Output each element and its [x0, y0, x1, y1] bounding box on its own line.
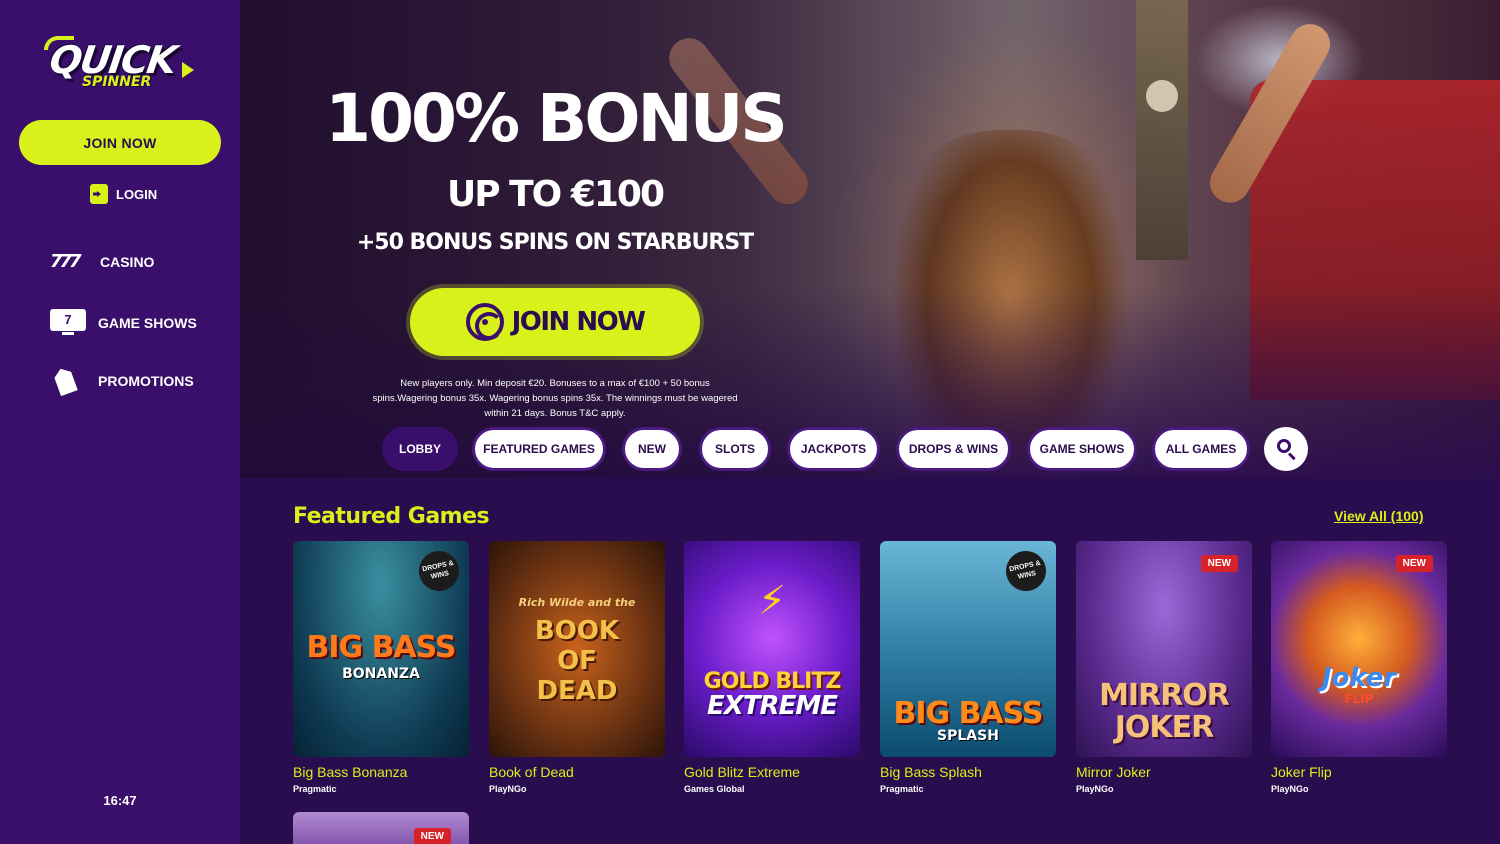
- game-card-next-row[interactable]: NEW: [293, 812, 469, 844]
- tv-icon: 7: [50, 309, 86, 337]
- new-badge: NEW: [1395, 555, 1433, 572]
- hero-subtitle: UP TO €100: [446, 174, 665, 215]
- game-provider: Pragmatic: [880, 784, 924, 794]
- game-card-big-bass-bonanza[interactable]: DROPS & WINS BIG BASS BONANZA Big Bass B…: [293, 541, 469, 794]
- hero-join-label: JOIN NOW: [511, 307, 646, 337]
- game-art-subtitle: BONANZA: [342, 666, 420, 682]
- game-art-title: BIG BASS: [893, 696, 1043, 731]
- tv-stand: [62, 332, 74, 335]
- sidebar: QUICK SPINNER JOIN NOW LOGIN 777 CASINO …: [0, 0, 240, 844]
- search-icon: [1277, 439, 1291, 453]
- filter-featured-games[interactable]: FEATURED GAMES: [472, 427, 606, 471]
- game-card-book-of-dead[interactable]: Rich Wilde and the BOOK OF DEAD Book of …: [489, 541, 665, 794]
- login-label: LOGIN: [116, 186, 158, 202]
- sidebar-item-label: PROMOTIONS: [98, 373, 194, 389]
- search-button[interactable]: [1264, 427, 1308, 471]
- logo-subword: SPINNER: [82, 74, 152, 90]
- drops-wins-badge: DROPS & WINS: [415, 547, 463, 595]
- view-all-link[interactable]: View All (100): [1334, 508, 1423, 524]
- game-name[interactable]: Joker Flip: [1271, 764, 1447, 780]
- game-provider: Games Global: [684, 784, 745, 794]
- game-thumbnail[interactable]: Rich Wilde and the BOOK OF DEAD: [489, 541, 665, 757]
- filter-lobby[interactable]: LOBBY: [382, 427, 458, 471]
- game-thumbnail[interactable]: NEW MIRROR JOKER: [1076, 541, 1252, 757]
- game-art-subtitle: FLIP: [1344, 692, 1374, 706]
- game-thumbnail[interactable]: NEW Joker FLIP: [1271, 541, 1447, 757]
- search-icon-handle: [1287, 452, 1296, 461]
- game-provider: PlayNGo: [1076, 784, 1114, 794]
- game-art-subtitle: SPLASH: [937, 728, 999, 744]
- section-title-featured: Featured Games: [293, 504, 490, 529]
- game-art-subtitle: EXTREME: [707, 691, 838, 721]
- game-art-subtitle: Rich Wilde and the: [518, 596, 636, 609]
- quickspinner-logo[interactable]: QUICK SPINNER: [44, 34, 196, 94]
- tag-icon: [50, 366, 86, 396]
- game-thumbnail[interactable]: ⚡ GOLD BLITZ EXTREME: [684, 541, 860, 757]
- new-badge: NEW: [413, 828, 451, 844]
- game-provider: PlayNGo: [489, 784, 527, 794]
- game-provider: PlayNGo: [1271, 784, 1309, 794]
- new-badge: NEW: [1200, 555, 1238, 572]
- game-name[interactable]: Mirror Joker: [1076, 764, 1252, 780]
- sidebar-item-label: CASINO: [100, 254, 155, 270]
- sidebar-join-button[interactable]: JOIN NOW: [19, 120, 221, 165]
- game-card-joker-flip[interactable]: NEW Joker FLIP Joker Flip PlayNGo: [1271, 541, 1447, 794]
- filter-jackpots[interactable]: JACKPOTS: [787, 427, 880, 471]
- game-card-big-bass-splash[interactable]: DROPS & WINS BIG BASS SPLASH Big Bass Sp…: [880, 541, 1056, 794]
- game-name[interactable]: Gold Blitz Extreme: [684, 764, 860, 780]
- logo-arrowhead-shape: [182, 62, 194, 78]
- game-name[interactable]: Book of Dead: [489, 764, 665, 780]
- game-art-title: Joker: [1321, 663, 1397, 693]
- game-thumbnail[interactable]: DROPS & WINS BIG BASS BONANZA: [293, 541, 469, 757]
- game-card-mirror-joker[interactable]: NEW MIRROR JOKER Mirror Joker PlayNGo: [1076, 541, 1252, 794]
- game-name[interactable]: Big Bass Splash: [880, 764, 1056, 780]
- lightning-icon: ⚡: [757, 578, 787, 624]
- game-art-title: BIG BASS: [306, 630, 456, 665]
- drops-wins-badge: DROPS & WINS: [1002, 547, 1050, 595]
- filter-slots[interactable]: SLOTS: [699, 427, 771, 471]
- hero-join-button[interactable]: JOIN NOW: [410, 288, 700, 356]
- login-icon: [90, 184, 108, 204]
- spiral-icon: [465, 303, 504, 341]
- game-art-title: BOOK OF DEAD: [534, 616, 620, 706]
- sidebar-item-casino[interactable]: 777 CASINO: [50, 252, 154, 272]
- slot-777-icon: 777: [50, 251, 82, 272]
- hero-subtitle-spins: +50 BONUS SPINS ON STARBURST: [356, 230, 754, 255]
- hero-title: 100% BONUS: [325, 80, 788, 157]
- filter-new[interactable]: NEW: [622, 427, 682, 471]
- clock-time: 16:47: [103, 793, 137, 808]
- bonus-terms: New players only. Min deposit €20. Bonus…: [372, 378, 738, 419]
- game-name[interactable]: Big Bass Bonanza: [293, 764, 469, 780]
- filter-drops-wins[interactable]: DROPS & WINS: [896, 427, 1011, 471]
- game-card-gold-blitz-extreme[interactable]: ⚡ GOLD BLITZ EXTREME Gold Blitz Extreme …: [684, 541, 860, 794]
- sidebar-item-promotions[interactable]: PROMOTIONS: [50, 366, 194, 396]
- game-provider: Pragmatic: [293, 784, 337, 794]
- sidebar-item-label: GAME SHOWS: [98, 315, 197, 331]
- game-art-title: MIRROR: [1099, 678, 1230, 713]
- tv-screen: 7: [50, 309, 86, 331]
- tag-shape: [52, 366, 78, 397]
- game-art-title: GOLD BLITZ: [703, 669, 842, 694]
- filter-game-shows[interactable]: GAME SHOWS: [1027, 427, 1137, 471]
- game-art-subtitle: JOKER: [1114, 710, 1215, 745]
- filter-all-games[interactable]: ALL GAMES: [1152, 427, 1250, 471]
- sidebar-item-game-shows[interactable]: 7 GAME SHOWS: [50, 309, 197, 337]
- login-link[interactable]: LOGIN: [90, 184, 157, 204]
- game-thumbnail[interactable]: DROPS & WINS BIG BASS SPLASH: [880, 541, 1056, 757]
